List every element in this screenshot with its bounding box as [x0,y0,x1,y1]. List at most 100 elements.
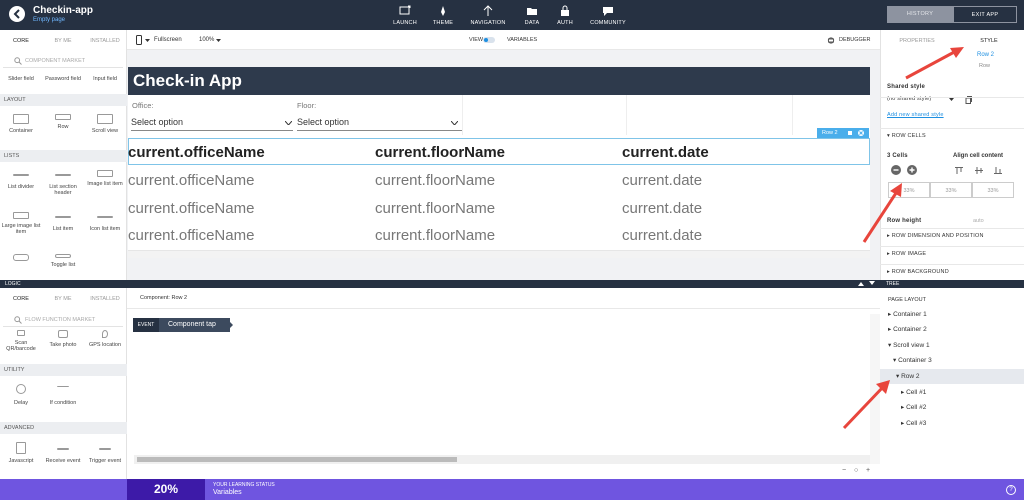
chevron-up-icon[interactable] [858,281,864,286]
component-icon-list-item[interactable]: Icon list item [84,204,126,246]
cell-width-input-3[interactable]: 33% [972,182,1014,198]
tab-by-me[interactable]: BY ME [42,288,84,310]
chevron-down-icon[interactable] [869,281,875,286]
component-label-bar: Component: Row 2 [127,288,880,309]
align-top-icon[interactable] [955,167,963,174]
cell-width-input-2[interactable]: 33% [930,182,972,198]
floor-select[interactable]: Select option [297,114,462,131]
row-cell-floor[interactable]: current.floorName [375,144,505,161]
tree-item-cell-1[interactable]: ▸ Cell #1 [901,385,926,400]
component-image-list-item[interactable]: Image list item [84,162,126,204]
flow-canvas[interactable] [127,309,880,479]
function-take-photo[interactable]: Take photo [42,328,84,364]
tree-item-container-2[interactable]: ▸ Container 2 [888,322,927,337]
row-cell-date[interactable]: current.date [622,172,702,189]
function-gps-location[interactable]: GPS location [84,328,126,364]
row-selection-tag[interactable]: Row 2 [817,128,869,138]
canvas-horizontal-scrollbar[interactable] [128,250,870,258]
tab-installed[interactable]: INSTALLED [84,30,126,52]
debugger-button[interactable]: DEBUGGER [839,37,870,43]
function-trigger-event[interactable]: Trigger event [84,436,126,478]
align-middle-icon[interactable] [975,167,983,174]
row-image-section[interactable]: ▸ ROW IMAGE [887,251,926,257]
tree-label: Container 2 [893,326,927,333]
function-receive-event[interactable]: Receive event [42,436,84,478]
row-cell-office[interactable]: current.officeName [128,144,265,161]
zoom-in-icon[interactable]: + [866,467,870,474]
row-cells-section[interactable]: ▾ ROW CELLS [887,133,926,139]
row-icon [55,114,71,120]
row-cell-office[interactable]: current.officeName [128,172,254,189]
office-select[interactable]: Select option [131,114,293,131]
tree-item-cell-2[interactable]: ▸ Cell #2 [901,400,926,415]
row-cell-office[interactable]: current.officeName [128,227,254,244]
row-cell-floor[interactable]: current.floorName [375,200,495,217]
align-bottom-icon[interactable] [994,167,1002,174]
tab-installed[interactable]: INSTALLED [84,288,126,310]
history-button[interactable]: HISTORY [887,6,953,23]
javascript-icon [16,442,26,454]
row-background-section[interactable]: ▸ ROW BACKGROUND [887,269,949,275]
app-name[interactable]: Checkin-app [33,5,93,16]
nav-navigation[interactable]: NAVIGATION [463,4,513,26]
row-cell-floor[interactable]: current.floorName [375,227,495,244]
function-scan-qr[interactable]: Scan QR/barcode [0,328,42,364]
tree-item-cell-3[interactable]: ▸ Cell #3 [901,416,926,431]
tree-label: Container 3 [898,357,932,364]
launch-icon [399,5,411,15]
exit-app-button[interactable]: EXIT APP [953,6,1017,23]
learning-topic[interactable]: Variables [213,489,242,496]
nav-theme[interactable]: THEME [418,4,468,26]
device-select[interactable]: Fullscreen [154,37,182,43]
plus-icon[interactable] [907,165,917,175]
row-image-title: ROW IMAGE [891,251,927,257]
tree-item-row-2[interactable]: ▾ Row 2 [896,369,920,384]
function-javascript[interactable]: Javascript [0,436,42,478]
zoom-out-icon[interactable]: − [842,467,846,474]
app-heading[interactable]: Check-in App [133,71,242,91]
tree-item-container-3[interactable]: ▾ Container 3 [893,353,932,368]
zoom-select[interactable]: 100% [199,37,214,43]
component-panel: CORE BY ME INSTALLED COMPONENT MARKET Sl… [0,30,127,280]
component-list-divider[interactable]: List divider [0,162,42,204]
component-market-search[interactable]: COMPONENT MARKET [3,54,123,68]
component-row[interactable]: Row [42,106,84,148]
nav-label: COMMUNITY [590,20,626,26]
list-divider-icon [13,174,29,176]
function-delay[interactable]: Delay [0,378,42,420]
row-cell-date[interactable]: current.date [622,144,709,161]
app-logo-icon[interactable] [9,6,25,22]
help-icon[interactable]: ? [1006,485,1016,495]
row-cell-date[interactable]: current.date [622,227,702,244]
component-list-item[interactable]: List item [42,204,84,246]
function-if-condition[interactable]: If condition [42,378,84,420]
tab-core[interactable]: CORE [0,30,42,52]
nav-community[interactable]: COMMUNITY [583,4,633,26]
tree-item-container-1[interactable]: ▸ Container 1 [888,307,927,322]
component-slider-field[interactable]: Slider field [0,70,42,92]
component-large-image-list-item[interactable]: Large image list item [0,204,42,246]
component-password-field[interactable]: Password field [42,70,84,92]
add-shared-style-link[interactable]: Add new shared style [887,112,944,118]
copy-icon[interactable] [847,130,853,136]
row-cell-floor[interactable]: current.floorName [375,172,495,189]
row-height-input[interactable]: auto [973,218,984,224]
row-cell-office[interactable]: current.officeName [128,200,254,217]
close-icon[interactable] [858,130,864,136]
scrollbar-thumb[interactable] [137,457,457,462]
minus-icon[interactable] [891,165,901,175]
tree-item-scroll-view-1[interactable]: ▾ Scroll view 1 [888,338,930,353]
section-lists: LISTS [0,150,127,162]
flow-function-market-search[interactable]: FLOW FUNCTION MARKET [3,313,123,327]
row-cell-date[interactable]: current.date [622,200,702,217]
component-label: Image list item [87,181,123,187]
view-variables-toggle[interactable] [483,37,495,43]
component-list-section-header[interactable]: List section header [42,162,84,204]
page-name[interactable]: Empty page [33,17,65,23]
component-input-field[interactable]: Input field [84,70,126,92]
zoom-reset-icon[interactable]: ○ [854,467,858,474]
component-scroll-view[interactable]: Scroll view [84,106,126,148]
tab-by-me[interactable]: BY ME [42,30,84,52]
component-container[interactable]: Container [0,106,42,148]
tab-core[interactable]: CORE [0,288,42,310]
